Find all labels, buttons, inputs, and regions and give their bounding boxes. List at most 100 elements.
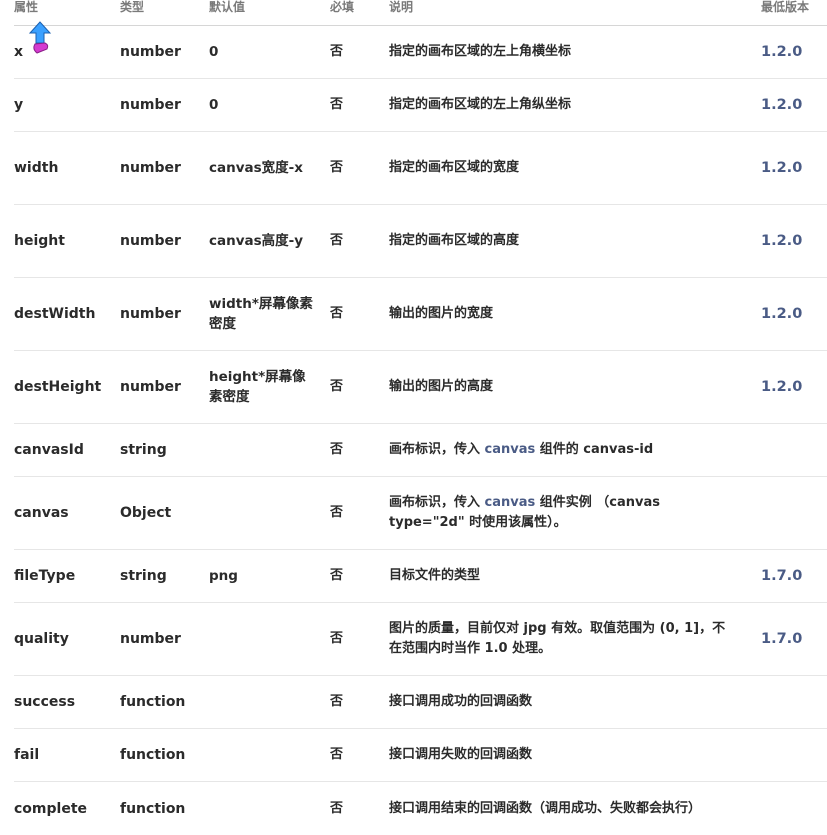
table-row: complete function 否 接口调用结束的回调函数（调用成功、失败都…: [14, 782, 827, 835]
default-cell: 0: [209, 97, 219, 113]
required-cell: 否: [330, 631, 344, 646]
desc-suffix: 组件的 canvas-id: [535, 442, 654, 457]
table-row: destHeight number height*屏幕像素密度 否 输出的图片的…: [14, 351, 827, 424]
required-cell: 否: [330, 505, 344, 520]
prop-cell: success: [14, 694, 76, 710]
desc-cell: 指定的画布区域的左上角纵坐标: [389, 97, 572, 112]
required-cell: 否: [330, 379, 344, 394]
header-required: 必填: [330, 0, 355, 14]
required-cell: 否: [330, 747, 344, 762]
cursor-icon: [28, 21, 52, 54]
default-cell: [209, 729, 314, 781]
required-cell: 否: [330, 306, 344, 321]
version-link[interactable]: 1.2.0: [761, 26, 827, 78]
default-value: canvas宽度-x: [209, 160, 303, 176]
desc-cell: 输出的图片的高度: [389, 379, 494, 394]
table-row: success function 否 接口调用成功的回调函数: [14, 676, 827, 729]
desc-cell: 画布标识，传入 canvas 组件的 canvas-id: [389, 424, 734, 476]
default-cell: [209, 424, 314, 476]
table-row: quality number 否 图片的质量，目前仅对 jpg 有效。取值范围为…: [14, 603, 827, 676]
default-cell: [209, 676, 314, 728]
default-cell: canvas高度-y: [209, 205, 314, 277]
version-link[interactable]: 1.2.0: [761, 351, 827, 423]
table-row: x number 0 否 指定的画布区域的左上角横坐标 1.2.0: [14, 26, 827, 79]
prop-cell: width: [14, 160, 59, 176]
type-cell: number: [120, 306, 181, 322]
required-cell: 否: [330, 160, 344, 175]
type-cell: function: [120, 800, 186, 817]
required-cell: 否: [330, 568, 344, 583]
type-cell: string: [120, 568, 167, 584]
version-link: [761, 782, 827, 835]
desc-prefix: 画布标识，传入: [389, 495, 485, 510]
prop-cell: height: [14, 233, 65, 249]
version-link[interactable]: 1.2.0: [761, 132, 827, 204]
table-row: canvasId string 否 画布标识，传入 canvas 组件的 can…: [14, 424, 827, 477]
version-link: [761, 477, 827, 549]
type-cell: function: [120, 747, 186, 763]
prop-cell: complete: [14, 800, 88, 817]
prop-cell: canvasId: [14, 442, 84, 458]
type-cell: number: [120, 44, 181, 60]
header-desc: 说明: [389, 0, 414, 14]
desc-cell: 指定的画布区域的高度: [389, 233, 520, 248]
prop-cell: canvas: [14, 505, 69, 521]
default-value: width*屏幕像素密度: [209, 296, 313, 332]
default-cell: [209, 782, 314, 835]
default-cell: [209, 477, 314, 549]
version-link: [761, 729, 827, 781]
desc-prefix: 画布标识，传入: [389, 442, 485, 457]
required-cell: 否: [330, 694, 344, 709]
prop-cell: destHeight: [14, 379, 102, 395]
required-cell: 否: [330, 97, 344, 112]
canvas-link[interactable]: canvas: [485, 495, 536, 510]
default-cell: width*屏幕像素密度: [209, 278, 314, 350]
table-row: destWidth number width*屏幕像素密度 否 输出的图片的宽度…: [14, 278, 827, 351]
header-type: 类型: [120, 0, 145, 14]
type-cell: number: [120, 160, 181, 176]
version-link[interactable]: 1.7.0: [761, 603, 827, 675]
desc-text: 画布标识，传入 canvas 组件的 canvas-id: [389, 440, 653, 460]
prop-cell: fail: [14, 747, 40, 763]
version-link: [761, 424, 827, 476]
desc-cell: 图片的质量，目前仅对 jpg 有效。取值范围为 (0, 1]，不在范围内时当作 …: [389, 603, 734, 675]
required-cell: 否: [330, 233, 344, 248]
default-value: height*屏幕像素密度: [209, 369, 306, 405]
version-link[interactable]: 1.7.0: [761, 550, 827, 602]
required-cell: 否: [330, 800, 344, 816]
desc-cell: 目标文件的类型: [389, 568, 481, 583]
table-header: 属性 类型 默认值 必填 说明 最低版本: [14, 0, 827, 26]
prop-cell: fileType: [14, 568, 76, 584]
version-link: [761, 676, 827, 728]
type-cell: number: [120, 379, 181, 395]
desc-cell: 画布标识，传入 canvas 组件实例 （canvas type="2d" 时使…: [389, 477, 734, 549]
desc-cell: 接口调用失败的回调函数: [389, 747, 533, 762]
desc-cell: 指定的画布区域的左上角横坐标: [389, 44, 572, 59]
desc-cell: 指定的画布区域的宽度: [389, 160, 520, 175]
table-row: height number canvas高度-y 否 指定的画布区域的高度 1.…: [14, 205, 827, 278]
table-row: fileType string png 否 目标文件的类型 1.7.0: [14, 550, 827, 603]
prop-cell: quality: [14, 631, 69, 647]
default-cell: canvas宽度-x: [209, 132, 314, 204]
default-cell: 0: [209, 44, 219, 60]
default-cell: png: [209, 568, 238, 584]
prop-cell: y: [14, 97, 24, 113]
header-default: 默认值: [209, 0, 246, 14]
table-row: y number 0 否 指定的画布区域的左上角纵坐标 1.2.0: [14, 79, 827, 132]
canvas-link[interactable]: canvas: [485, 442, 536, 457]
prop-cell: destWidth: [14, 306, 96, 322]
default-cell: height*屏幕像素密度: [209, 351, 314, 423]
type-cell: Object: [120, 505, 172, 521]
version-link[interactable]: 1.2.0: [761, 278, 827, 350]
version-link[interactable]: 1.2.0: [761, 79, 827, 131]
default-cell: [209, 603, 314, 675]
table-row: canvas Object 否 画布标识，传入 canvas 组件实例 （can…: [14, 477, 827, 550]
type-cell: function: [120, 694, 186, 710]
version-link[interactable]: 1.2.0: [761, 205, 827, 277]
required-cell: 否: [330, 44, 344, 59]
desc-text: 画布标识，传入 canvas 组件实例 （canvas type="2d" 时使…: [389, 493, 734, 533]
header-version: 最低版本: [761, 0, 810, 14]
table-row: width number canvas宽度-x 否 指定的画布区域的宽度 1.2…: [14, 132, 827, 205]
desc-cell: 接口调用成功的回调函数: [389, 694, 533, 709]
type-cell: string: [120, 442, 167, 458]
